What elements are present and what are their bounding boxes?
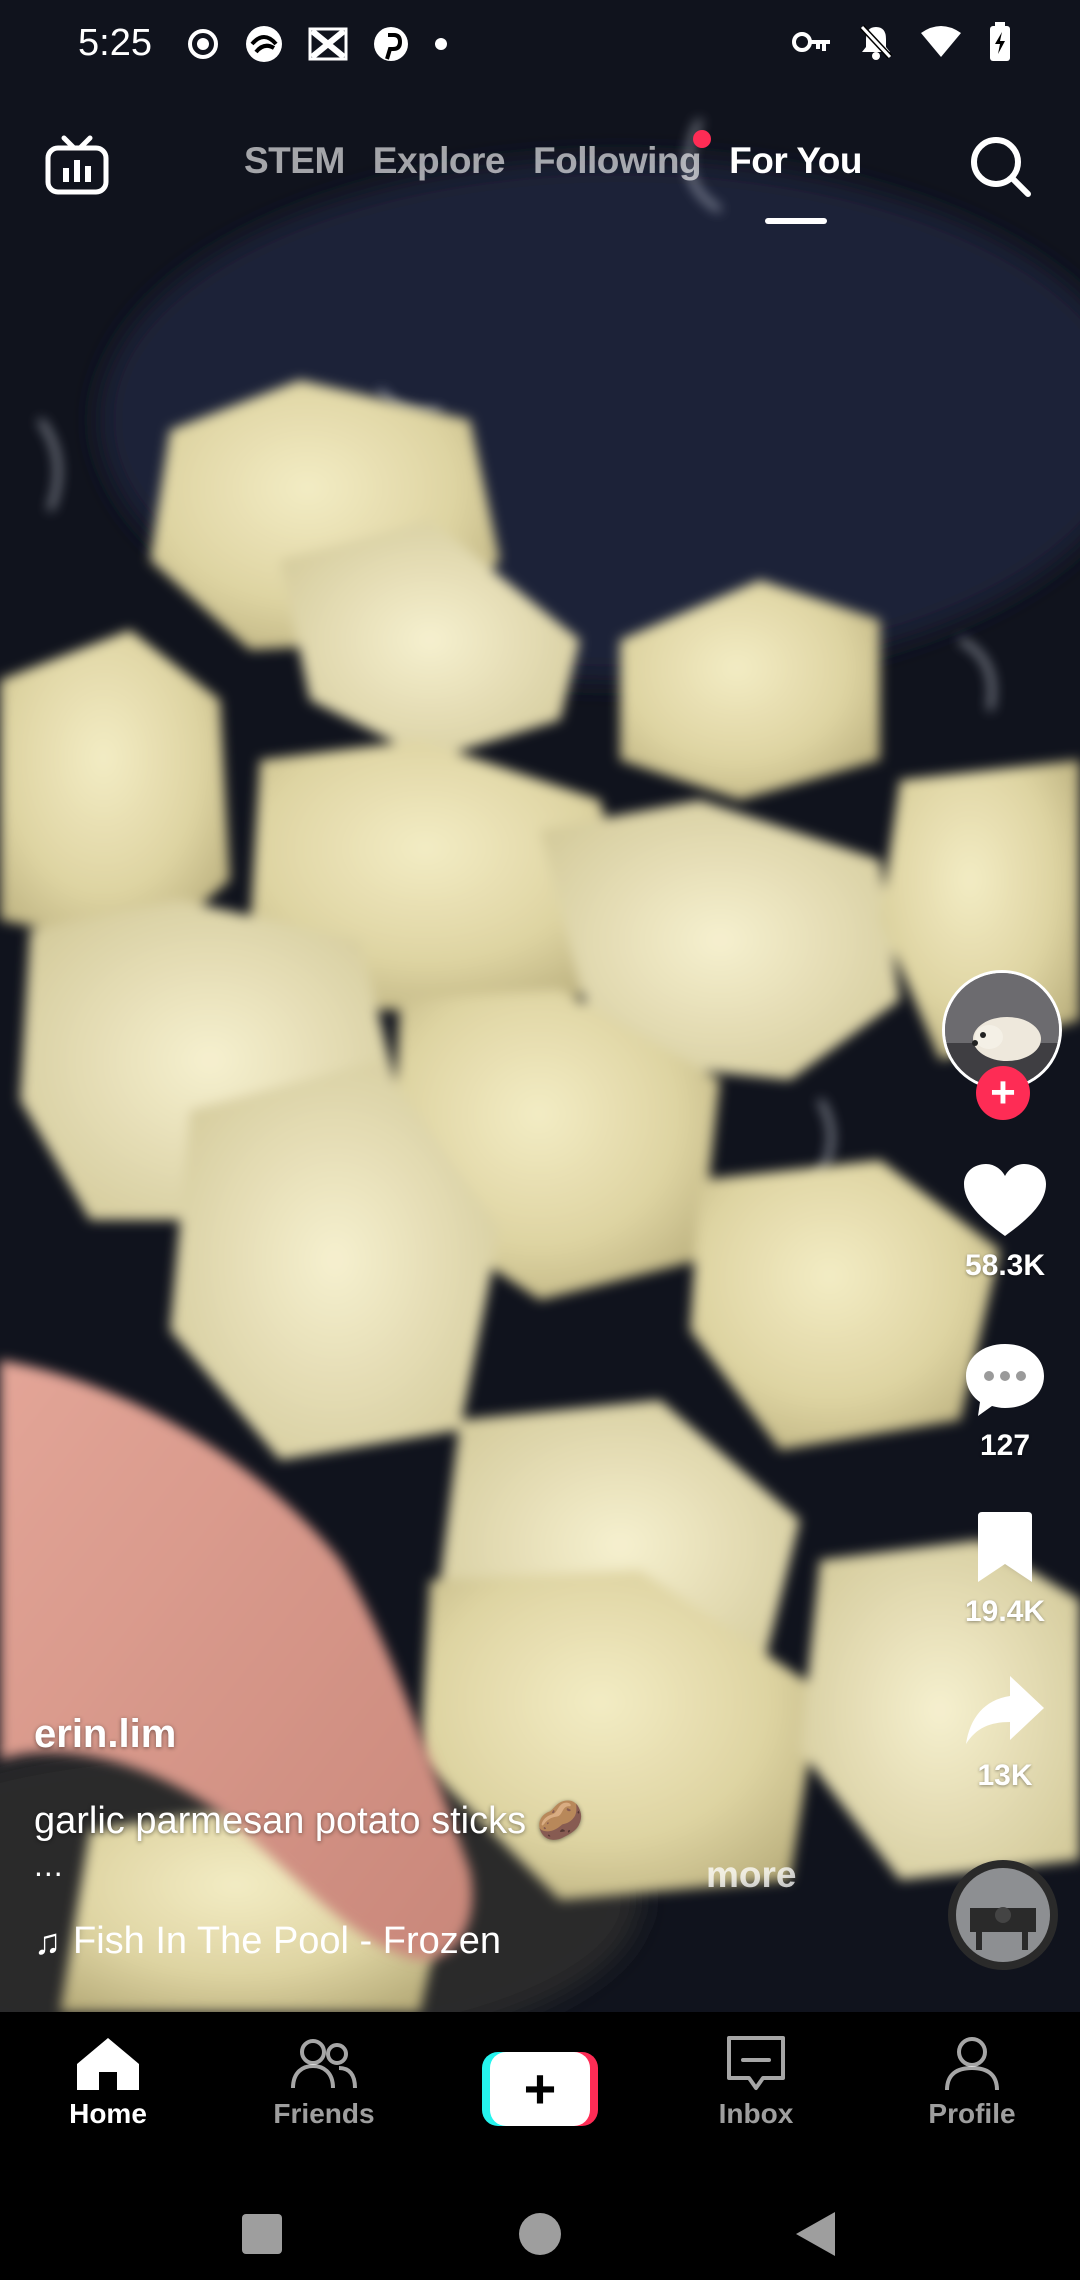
profile-icon <box>945 2037 999 2091</box>
home-circle-icon <box>519 2213 561 2255</box>
tab-following[interactable]: Following <box>533 130 712 182</box>
bookmark-icon <box>978 1512 1032 1582</box>
music-title: Fish In The Pool - Frozen <box>73 1920 502 1962</box>
status-time: 5:25 <box>78 22 152 64</box>
record-icon <box>188 29 218 59</box>
battery-charging-icon <box>990 22 1010 61</box>
nav-inbox[interactable]: Inbox <box>676 2012 836 2130</box>
tab-explore[interactable]: Explore <box>372 140 506 182</box>
music-disc-art-image <box>956 1868 1050 1962</box>
creator-avatar-button[interactable]: + <box>942 970 1062 1120</box>
tab-following-label: Following <box>533 140 702 181</box>
status-bar: 5:25 <box>0 0 1080 88</box>
search-icon <box>971 137 1031 197</box>
tab-stem-label: STEM <box>244 140 345 181</box>
bottom-navigation: Home Friends + Inbox Profile <box>0 2012 1080 2162</box>
system-nav-buttons <box>242 2212 835 2256</box>
friends-icon <box>291 2039 357 2089</box>
search-button[interactable] <box>966 132 1036 202</box>
video-description[interactable]: garlic parmesan potato sticks 🥔 <box>34 1799 834 1843</box>
aperture-app-icon <box>246 26 282 62</box>
comment-bubble-icon <box>966 1344 1044 1416</box>
music-info[interactable]: ♫ Fish In The Pool - Frozen <box>34 1920 534 1963</box>
follow-plus-button[interactable]: + <box>976 1066 1030 1120</box>
tab-stem[interactable]: STEM <box>244 140 345 182</box>
inbox-icon <box>727 2036 785 2090</box>
video-caption: erin.lim garlic parmesan potato sticks 🥔… <box>34 1712 834 1963</box>
nav-friends-label: Friends <box>273 2098 375 2129</box>
like-count: 58.3K <box>964 1249 1046 1282</box>
capcut-icon <box>308 27 348 61</box>
music-disc-button[interactable] <box>948 1860 1058 1970</box>
save-button[interactable]: 19.4K <box>930 1510 1080 1629</box>
action-rail: + 58.3K 127 19.4K 13K <box>930 960 1080 1980</box>
tab-explore-label: Explore <box>372 140 506 181</box>
following-notification-dot <box>693 130 712 148</box>
live-tv-button[interactable] <box>44 132 110 198</box>
share-arrow-icon <box>966 1676 1044 1744</box>
feed-tabs: STEM Explore Following For You <box>244 130 862 182</box>
comment-button[interactable]: 127 <box>930 1340 1080 1463</box>
vpn-key-icon <box>792 32 830 52</box>
tab-for-you[interactable]: For You <box>729 140 862 182</box>
nav-profile[interactable]: Profile <box>892 2012 1052 2130</box>
video-player[interactable] <box>0 0 1080 2012</box>
nav-create[interactable]: + <box>460 2012 620 2126</box>
create-button[interactable]: + <box>482 2052 598 2126</box>
pinterest-icon <box>374 27 408 61</box>
tiktok-screen: 5:25 STEM Explore Following For You + 58… <box>0 0 1080 2280</box>
notification-icons <box>186 24 448 64</box>
more-notifications-dot-icon <box>435 38 447 50</box>
share-count: 13K <box>977 1759 1033 1792</box>
nav-home-label: Home <box>69 2098 147 2129</box>
tab-for-you-label: For You <box>729 140 862 181</box>
home-icon <box>77 2038 139 2090</box>
mute-bell-icon <box>859 24 893 60</box>
nav-friends[interactable]: Friends <box>244 2012 404 2130</box>
save-count: 19.4K <box>964 1595 1046 1628</box>
nav-profile-label: Profile <box>928 2098 1016 2129</box>
video-frame-image <box>0 0 1080 2012</box>
heart-icon <box>964 1164 1046 1236</box>
music-note-icon: ♫ <box>34 1920 61 1962</box>
share-button[interactable]: 13K <box>930 1670 1080 1793</box>
like-button[interactable]: 58.3K <box>930 1160 1080 1283</box>
recents-icon <box>242 2214 282 2254</box>
system-navigation-bar <box>0 2162 1080 2280</box>
nav-inbox-label: Inbox <box>718 2098 794 2129</box>
wifi-icon <box>921 26 961 57</box>
creator-username[interactable]: erin.lim <box>34 1712 834 1757</box>
back-icon <box>796 2212 835 2256</box>
more-link[interactable]: more <box>706 1854 796 1896</box>
nav-home[interactable]: Home <box>28 2012 188 2130</box>
top-bar: STEM Explore Following For You <box>0 120 1080 230</box>
tv-icon <box>45 135 109 195</box>
plus-icon: + <box>490 2052 590 2126</box>
system-status-icons <box>792 22 1012 62</box>
comment-count: 127 <box>979 1429 1031 1462</box>
